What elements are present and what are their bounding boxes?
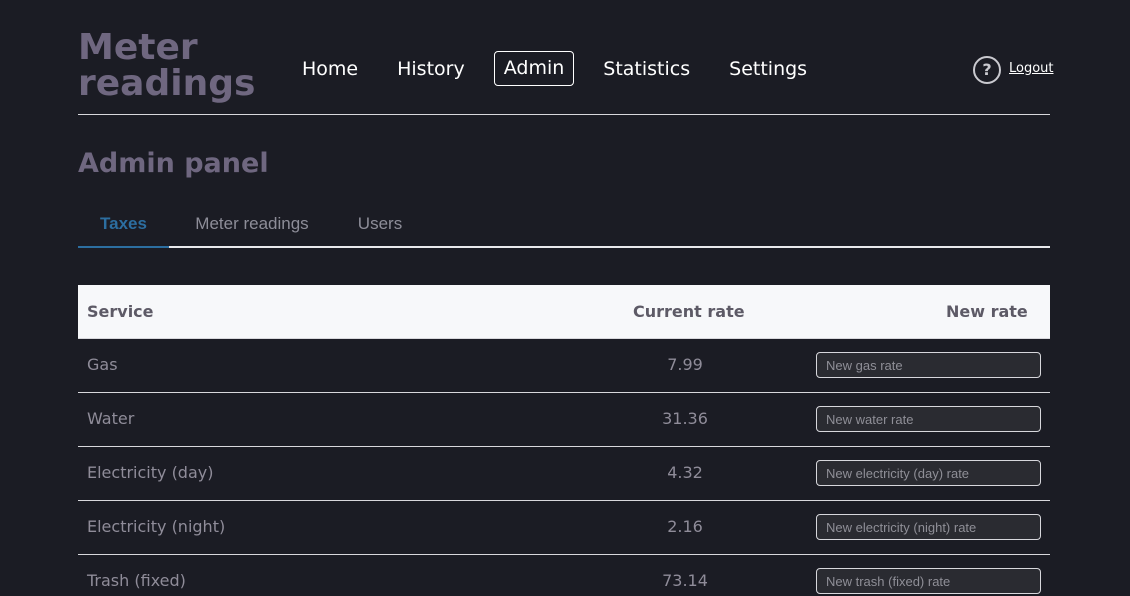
column-header-service: Service: [87, 302, 154, 321]
new-electricity-night-rate-input[interactable]: [816, 514, 1041, 540]
column-header-new-rate: New rate: [946, 302, 1028, 321]
service-name: Gas: [87, 355, 118, 374]
new-gas-rate-input[interactable]: [816, 352, 1041, 378]
service-name: Electricity (day): [87, 463, 214, 482]
main-nav: Home History Admin Statistics Settings: [292, 51, 836, 86]
table-row: Electricity (day) 4.32: [78, 446, 1050, 500]
new-trash-fixed-rate-input[interactable]: [816, 568, 1041, 594]
nav-home[interactable]: Home: [292, 52, 368, 85]
new-water-rate-input[interactable]: [816, 406, 1041, 432]
tab-taxes[interactable]: Taxes: [78, 203, 169, 248]
nav-statistics[interactable]: Statistics: [593, 52, 700, 85]
taxes-table: Service Current rate New rate Gas 7.99 W…: [78, 285, 1050, 596]
table-header: Service Current rate New rate: [78, 285, 1050, 338]
column-header-current-rate: Current rate: [633, 302, 745, 321]
current-rate: 2.16: [667, 517, 703, 536]
table-row: Trash (fixed) 73.14: [78, 554, 1050, 596]
service-name: Trash (fixed): [87, 571, 186, 590]
header-divider: [78, 114, 1050, 115]
service-name: Water: [87, 409, 135, 428]
nav-admin[interactable]: Admin: [493, 51, 575, 86]
tab-meter-readings[interactable]: Meter readings: [183, 203, 321, 248]
nav-history[interactable]: History: [387, 52, 475, 85]
table-row: Electricity (night) 2.16: [78, 500, 1050, 554]
table-row: Water 31.36: [78, 392, 1050, 446]
admin-tabs: Taxes Meter readings Users: [78, 203, 1050, 248]
logout-link[interactable]: Logout: [1009, 61, 1054, 76]
current-rate: 31.36: [662, 409, 708, 428]
tab-users[interactable]: Users: [346, 203, 414, 248]
help-icon[interactable]: ?: [973, 56, 1001, 84]
current-rate: 4.32: [667, 463, 703, 482]
page: Meter readings Home History Admin Statis…: [0, 0, 1130, 596]
new-electricity-day-rate-input[interactable]: [816, 460, 1041, 486]
service-name: Electricity (night): [87, 517, 226, 536]
page-title: Admin panel: [78, 148, 269, 179]
current-rate: 7.99: [667, 355, 703, 374]
table-row: Gas 7.99: [78, 338, 1050, 392]
brand-title[interactable]: Meter readings: [78, 30, 278, 102]
nav-settings[interactable]: Settings: [719, 52, 817, 85]
current-rate: 73.14: [662, 571, 708, 590]
